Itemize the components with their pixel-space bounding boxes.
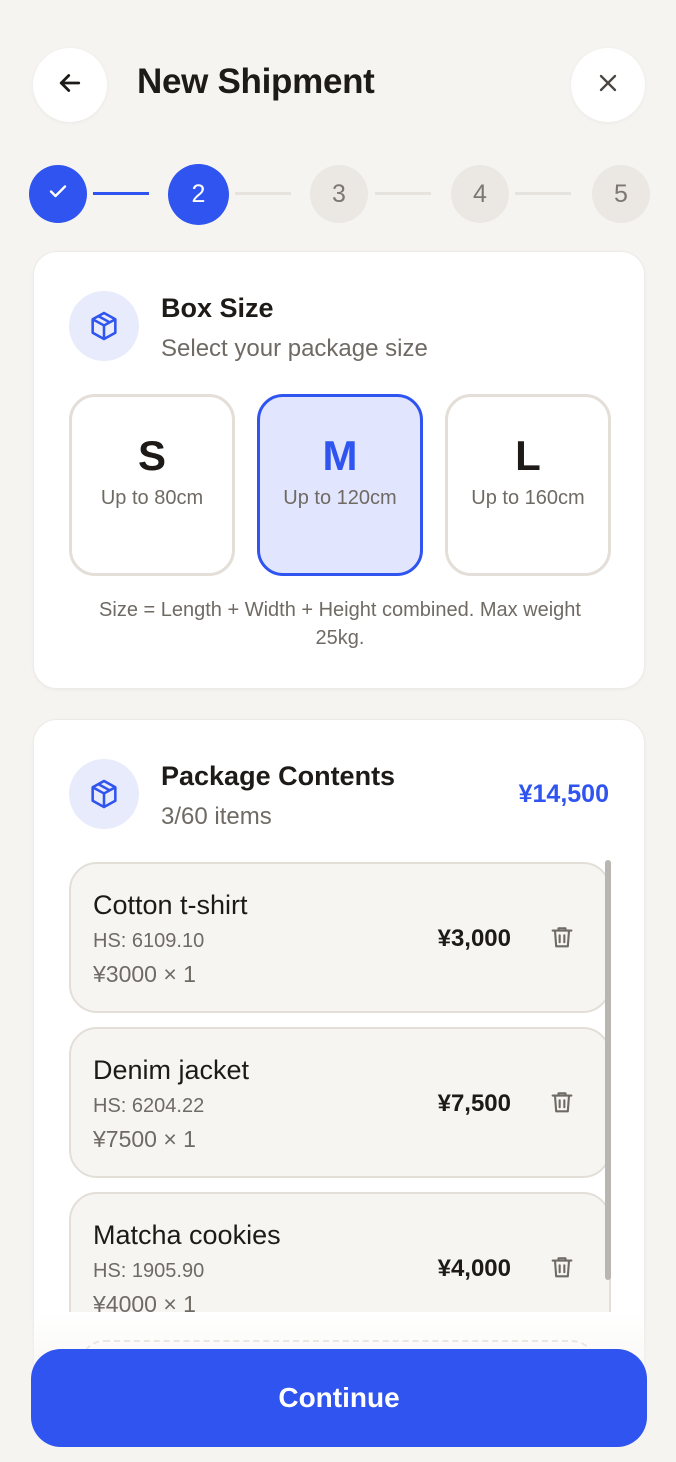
size-option-m[interactable]: M Up to 120cm: [257, 394, 423, 576]
box-size-card: Box Size Select your package size S Up t…: [33, 251, 645, 689]
size-description: Up to 80cm: [100, 487, 204, 509]
step-connector-3: [375, 192, 431, 195]
package-contents-title: Package Contents: [161, 761, 396, 791]
step-4[interactable]: 4: [451, 165, 509, 223]
page-title: New Shipment: [137, 62, 375, 101]
size-note: Size = Length + Width + Height combined.…: [99, 599, 581, 649]
trash-icon: [548, 1253, 576, 1286]
item-hs-code: HS: 6204.22: [93, 1095, 205, 1117]
item-quantity: ¥4000 × 1: [93, 1291, 196, 1312]
checkmark-icon: [46, 179, 70, 210]
step-3[interactable]: 3: [310, 165, 368, 223]
size-description: Up to 120cm: [283, 487, 397, 509]
step-5[interactable]: 5: [592, 165, 650, 223]
size-description: Up to 160cm: [471, 487, 585, 509]
step-connector-1: [93, 192, 149, 195]
item-name: Cotton t-shirt: [93, 890, 248, 920]
delete-item-button[interactable]: [547, 924, 577, 954]
item-count: 3/60 items: [161, 803, 272, 830]
trash-icon: [548, 1088, 576, 1121]
list-item[interactable]: Denim jacket HS: 6204.22 ¥7500 × 1 ¥7,50…: [69, 1027, 611, 1178]
items-scrollbar[interactable]: [605, 860, 611, 1280]
step-2-current[interactable]: 2: [168, 164, 229, 225]
step-1-completed[interactable]: [29, 165, 87, 223]
close-icon: [594, 69, 622, 102]
item-name: Matcha cookies: [93, 1220, 281, 1250]
delete-item-button[interactable]: [547, 1089, 577, 1119]
back-button[interactable]: [33, 48, 107, 122]
delete-item-button[interactable]: [547, 1254, 577, 1284]
size-option-l[interactable]: L Up to 160cm: [445, 394, 611, 576]
item-price: ¥4,000: [437, 1255, 511, 1282]
size-letter: M: [322, 432, 358, 479]
continue-button[interactable]: Continue: [31, 1349, 647, 1447]
arrow-left-icon: [55, 68, 85, 103]
box-size-title: Box Size: [161, 293, 274, 323]
size-letter: L: [515, 432, 541, 479]
close-button[interactable]: [571, 48, 645, 122]
item-name: Denim jacket: [93, 1055, 250, 1085]
list-item[interactable]: Matcha cookies HS: 1905.90 ¥4000 × 1 ¥4,…: [69, 1192, 611, 1312]
size-option-s[interactable]: S Up to 80cm: [69, 394, 235, 576]
box-icon: [69, 291, 139, 361]
item-quantity: ¥7500 × 1: [93, 1126, 196, 1152]
contents-total: ¥14,500: [518, 780, 609, 808]
items-list[interactable]: Cotton t-shirt HS: 6109.10 ¥3000 × 1 ¥3,…: [69, 860, 611, 1312]
box-icon: [69, 759, 139, 829]
trash-icon: [548, 923, 576, 956]
item-price: ¥3,000: [437, 925, 511, 952]
item-price: ¥7,500: [437, 1090, 511, 1117]
step-connector-2: [235, 192, 291, 195]
size-letter: S: [137, 432, 166, 479]
item-hs-code: HS: 6109.10: [93, 930, 205, 952]
box-size-subtitle: Select your package size: [161, 335, 428, 362]
step-connector-4: [515, 192, 571, 195]
item-quantity: ¥3000 × 1: [93, 961, 196, 987]
list-item[interactable]: Cotton t-shirt HS: 6109.10 ¥3000 × 1 ¥3,…: [69, 862, 611, 1013]
item-hs-code: HS: 1905.90: [93, 1260, 205, 1282]
